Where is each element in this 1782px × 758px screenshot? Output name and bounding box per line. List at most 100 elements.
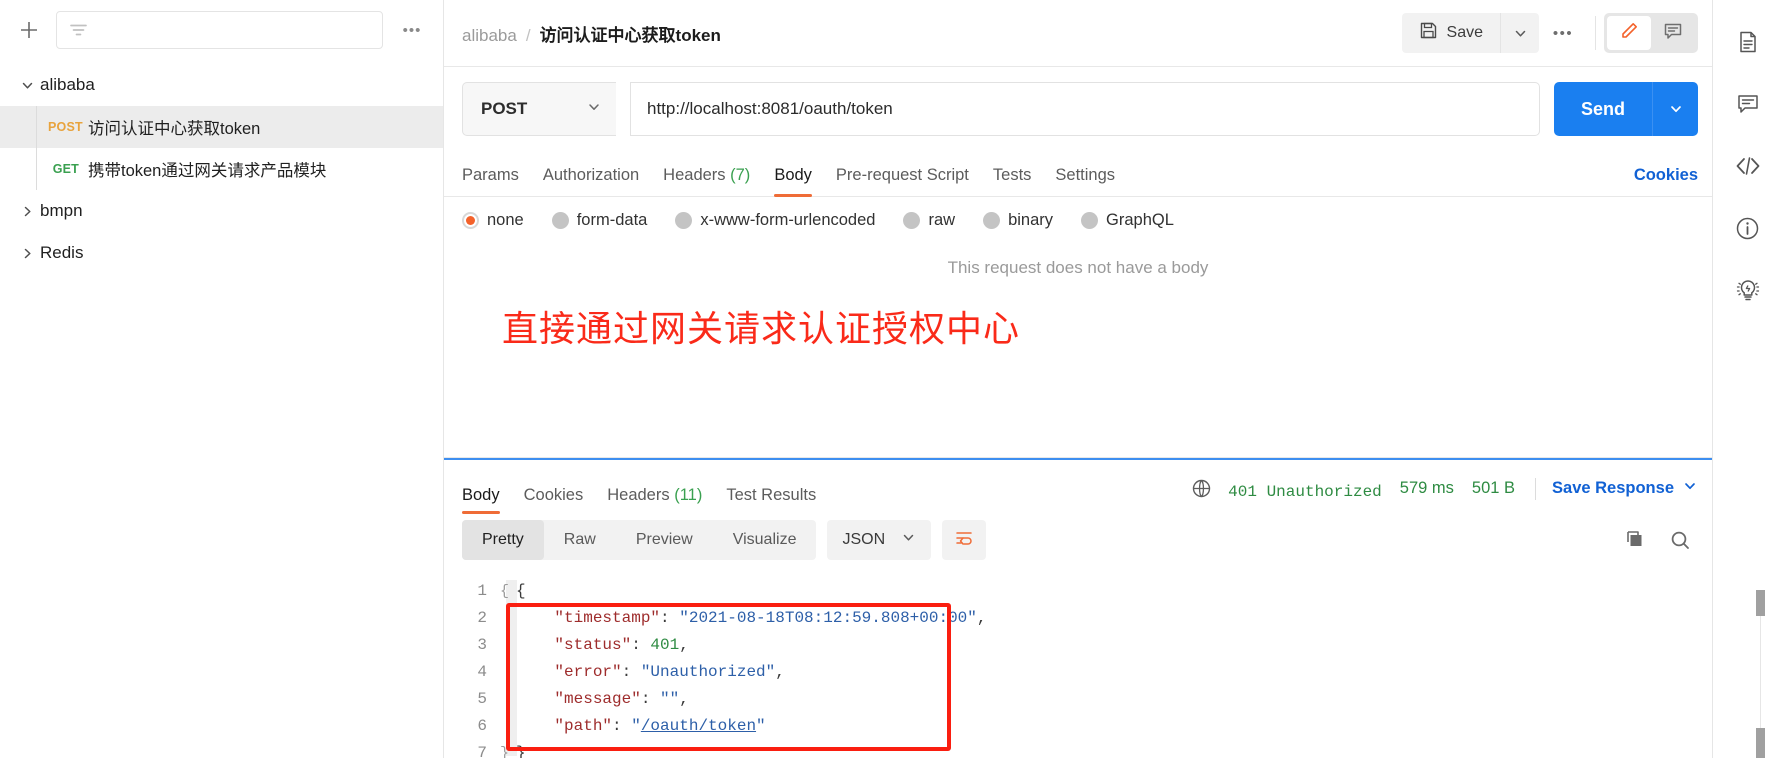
code-icon[interactable] [1722, 138, 1774, 194]
fold-gutter[interactable]: { } [500, 570, 517, 758]
sidebar-request-token[interactable]: POST 访问认证中心获取token [0, 106, 443, 148]
code-token: "" [660, 690, 680, 708]
chevron-down-icon [586, 99, 602, 120]
tab-count: (7) [730, 166, 751, 184]
response-tab-test-results[interactable]: Test Results [714, 486, 828, 514]
filter-icon [70, 24, 87, 36]
save-response-label: Save Response [1552, 479, 1674, 497]
view-mode-pretty[interactable]: Pretty [462, 520, 544, 560]
chevron-down-icon [14, 78, 40, 93]
body-type-urlencoded[interactable]: x-www-form-urlencoded [675, 211, 875, 230]
tab-params[interactable]: Params [462, 166, 531, 196]
wrap-lines-button[interactable] [942, 520, 987, 560]
search-icon[interactable] [1668, 528, 1692, 552]
cookies-link[interactable]: Cookies [1634, 166, 1698, 196]
breadcrumb-separator: / [525, 25, 531, 45]
radio-icon [903, 212, 921, 229]
view-mode-raw[interactable]: Raw [544, 520, 616, 560]
code-token: " [756, 717, 766, 735]
response-tab-cookies[interactable]: Cookies [512, 486, 596, 514]
save-button[interactable]: Save [1401, 13, 1501, 53]
sidebar-request-product[interactable]: GET 携带token通过网关请求产品模块 [0, 148, 443, 190]
lightbulb-icon[interactable] [1722, 262, 1774, 318]
body-type-none[interactable]: none [462, 211, 524, 230]
info-icon[interactable] [1722, 200, 1774, 256]
response-format-select[interactable]: JSON [827, 520, 932, 560]
sidebar-more-button[interactable]: ••• [395, 22, 429, 39]
body-type-binary[interactable]: binary [983, 211, 1053, 230]
code-token: "Unauthorized" [640, 663, 776, 681]
code-token: " [631, 717, 641, 735]
tab-tests[interactable]: Tests [981, 166, 1044, 196]
collection-tree: alibaba POST 访问认证中心获取token GET 携带token通过… [0, 60, 443, 758]
body-type-graphql[interactable]: GraphQL [1081, 211, 1174, 230]
header-actions: Save ••• [1401, 13, 1712, 53]
code-token: "path" [554, 717, 613, 735]
tab-headers[interactable]: Headers (7) [651, 166, 762, 196]
json-content: { "timestamp": "2021-08-18T08:12:59.808+… [516, 570, 1712, 758]
body-type-label: form-data [576, 211, 648, 229]
body-type-form-data[interactable]: form-data [551, 211, 648, 230]
response-scrollbar[interactable] [1756, 584, 1766, 758]
tab-authorization[interactable]: Authorization [531, 166, 651, 196]
send-button[interactable]: Send [1553, 82, 1652, 136]
tab-label: Test Results [726, 486, 817, 504]
sidebar-collection-redis[interactable]: Redis [0, 232, 443, 274]
url-input[interactable]: http://localhost:8081/oauth/token [630, 82, 1540, 136]
chevron-right-icon [14, 246, 40, 261]
chevron-down-icon [1682, 478, 1698, 499]
wrap-icon [954, 529, 974, 552]
view-mode-visualize[interactable]: Visualize [713, 520, 817, 560]
search-input[interactable] [56, 11, 383, 49]
documentation-icon[interactable] [1722, 14, 1774, 70]
response-tab-body[interactable]: Body [462, 486, 512, 514]
tab-body[interactable]: Body [762, 166, 824, 197]
response-tab-headers[interactable]: Headers (11) [595, 486, 714, 514]
postman-window: ••• alibaba POST 访问认证中心获取token GET 携带tok… [0, 0, 1782, 758]
line-number: 3 [477, 636, 487, 654]
code-token: , [775, 663, 785, 681]
sidebar-collection-alibaba[interactable]: alibaba [0, 64, 443, 106]
response-tools [1622, 528, 1698, 552]
request-more-button[interactable]: ••• [1539, 13, 1587, 53]
chevron-down-icon [901, 530, 916, 550]
view-mode-preview[interactable]: Preview [616, 520, 713, 560]
scrollbar-thumb[interactable] [1756, 728, 1765, 758]
code-token: "timestamp" [554, 609, 661, 627]
save-response-button[interactable]: Save Response [1552, 478, 1698, 499]
pencil-icon [1619, 21, 1639, 46]
main-panel: alibaba / 访问认证中心获取token Save ••• POST ht… [444, 0, 1712, 758]
copy-icon[interactable] [1622, 528, 1646, 552]
sidebar-collection-bmpn[interactable]: bmpn [0, 190, 443, 232]
save-options-button[interactable] [1501, 13, 1539, 53]
line-numbers: 1 2 3 4 5 6 7 [444, 570, 500, 758]
edit-mode-button[interactable] [1607, 16, 1651, 50]
new-button[interactable] [14, 15, 44, 45]
line-number: 7 [477, 744, 487, 758]
breadcrumb: alibaba / 访问认证中心获取token [462, 21, 721, 46]
code-line: "message": "", [516, 686, 1712, 713]
breadcrumb-collection[interactable]: alibaba [462, 26, 517, 46]
empty-body-message: This request does not have a body [947, 258, 1209, 277]
line-number: 5 [477, 690, 487, 708]
scrollbar-thumb[interactable] [1756, 590, 1765, 616]
comment-icon[interactable] [1722, 76, 1774, 132]
url-value: http://localhost:8081/oauth/token [647, 99, 893, 118]
divider [1535, 477, 1537, 500]
send-group: Send [1553, 82, 1698, 136]
send-options-button[interactable] [1652, 82, 1698, 136]
sidebar-toolbar: ••• [0, 0, 443, 60]
body-type-raw[interactable]: raw [903, 211, 955, 230]
line-number: 1 [477, 582, 487, 600]
tab-settings[interactable]: Settings [1043, 166, 1127, 196]
tab-pre-request-script[interactable]: Pre-request Script [824, 166, 981, 196]
request-label: 携带token通过网关请求产品模块 [88, 162, 327, 180]
view-mode-group [1604, 13, 1698, 53]
response-body-code[interactable]: 1 2 3 4 5 6 7 { } { "timestamp": "2021-0… [444, 570, 1712, 758]
response-toolbar: Pretty Raw Preview Visualize JSON [444, 514, 1712, 570]
method-select[interactable]: POST [462, 82, 616, 136]
comment-mode-button[interactable] [1651, 16, 1695, 50]
body-type-label: raw [928, 211, 956, 229]
